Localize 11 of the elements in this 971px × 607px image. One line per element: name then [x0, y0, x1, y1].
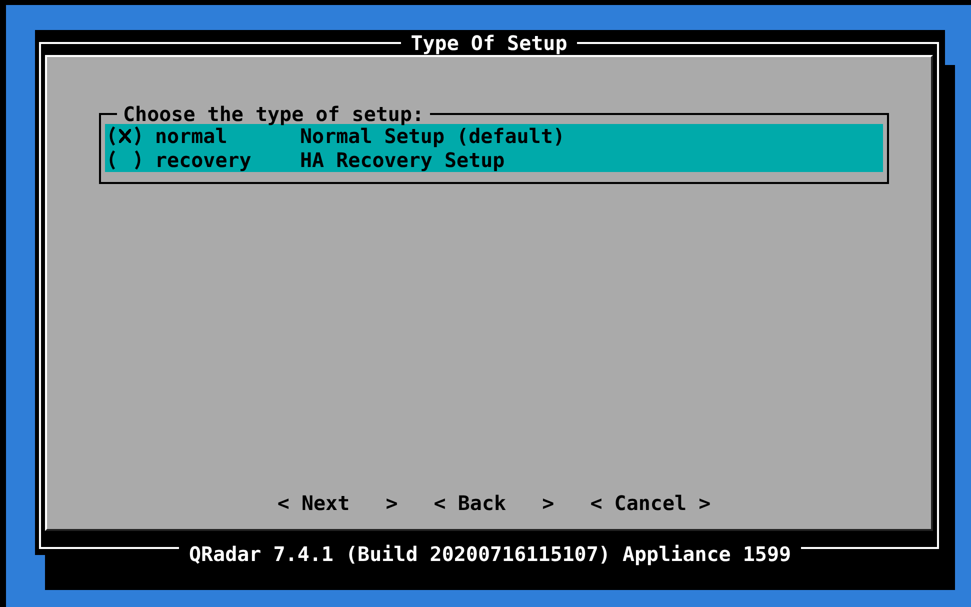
dialog-title: Type Of Setup	[410, 34, 568, 52]
option-tag: normal	[155, 124, 300, 148]
dialog-button[interactable]: < Back >	[434, 491, 554, 515]
footer-text: QRadar 7.4.1 (Build 20200716115107) Appliance 1599	[178, 544, 802, 564]
dialog-button[interactable]: < Next >	[277, 491, 398, 515]
option-tag: recovery	[155, 148, 300, 172]
dialog-button[interactable]: < Cancel >	[590, 491, 711, 515]
group-label: Choose the type of setup:	[122, 104, 426, 124]
radio-button[interactable]	[107, 150, 143, 170]
option-description: Normal Setup (default)	[300, 124, 565, 148]
option-description: HA Recovery Setup	[300, 148, 505, 172]
